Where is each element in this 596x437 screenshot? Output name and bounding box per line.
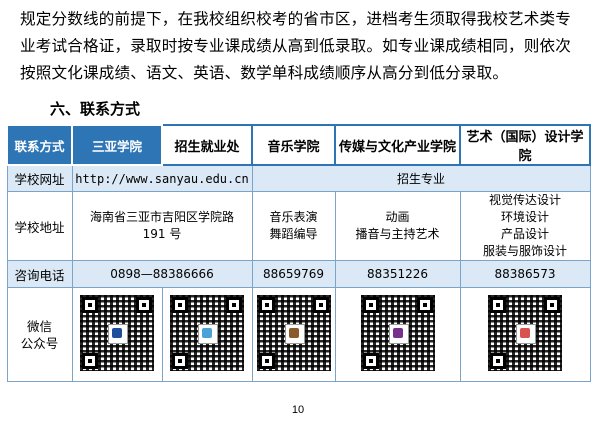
wechat-label-line: 微信 bbox=[26, 318, 52, 334]
qr-cell bbox=[71, 287, 163, 382]
qr-cell bbox=[161, 287, 253, 382]
qr-code-music-school[interactable] bbox=[256, 295, 331, 371]
major-item: 动画 bbox=[385, 210, 410, 224]
website-link[interactable]: http://www.sanyau.edu.cn bbox=[71, 164, 253, 192]
major-item: 音乐表演 bbox=[269, 210, 318, 224]
qr-cell bbox=[459, 287, 591, 382]
qr-code-admissions-office[interactable] bbox=[170, 295, 244, 371]
header-admissions-office: 招生就业处 bbox=[161, 124, 253, 166]
design-majors: 视觉传达设计 环境设计 产品设计 服装与服饰设计 bbox=[459, 191, 591, 261]
music-majors: 音乐表演 舞蹈编导 bbox=[251, 191, 336, 261]
major-item: 产品设计 bbox=[500, 227, 549, 241]
major-item: 视觉传达设计 bbox=[488, 193, 561, 207]
phone-label: 咨询电话 bbox=[6, 260, 73, 288]
media-majors: 动画 播音与主持艺术 bbox=[334, 191, 461, 261]
paragraph-line: 业考试合格证，录取时按专业课成绩从高到低录取。如专业课成绩相同，则依次 bbox=[20, 37, 572, 55]
table-row-phone: 咨询电话 0898—88386666 88659769 88351226 883… bbox=[6, 260, 591, 288]
major-item: 服装与服饰设计 bbox=[482, 244, 567, 258]
header-sanya-university: 三亚学院 bbox=[71, 124, 163, 166]
paragraph-line: 按照文化课成绩、语文、英语、数学单科成绩顺序从高分到低分录取。 bbox=[20, 64, 509, 82]
paragraph-line: 规定分数线的前提下，在我校组织校考的省市区，进档考生须取得我校艺术类专 bbox=[20, 10, 572, 28]
qr-cell bbox=[251, 287, 336, 382]
major-item: 播音与主持艺术 bbox=[355, 227, 440, 241]
table-row-address: 学校地址 海南省三亚市吉阳区学院路 191 号 音乐表演 舞蹈编导 动画 播音与… bbox=[6, 191, 591, 261]
phone-music: 88659769 bbox=[251, 260, 336, 288]
table-header-row: 联系方式 三亚学院 招生就业处 音乐学院 传媒与文化产业学院 艺术（国际）设计学… bbox=[6, 124, 591, 166]
table-row-wechat: 微信 公众号 bbox=[6, 287, 591, 382]
header-contact-method: 联系方式 bbox=[6, 124, 73, 166]
qr-code-design-school[interactable] bbox=[488, 295, 562, 371]
website-label: 学校网址 bbox=[6, 164, 73, 192]
header-design-school: 艺术（国际）设计学院 bbox=[459, 124, 591, 166]
phone-media: 88351226 bbox=[334, 260, 461, 288]
address-line: 191 号 bbox=[142, 227, 182, 241]
contact-table: 联系方式 三亚学院 招生就业处 音乐学院 传媒与文化产业学院 艺术（国际）设计学… bbox=[6, 124, 591, 382]
header-music-school: 音乐学院 bbox=[251, 124, 336, 166]
major-item: 舞蹈编导 bbox=[269, 227, 318, 241]
major-item: 环境设计 bbox=[500, 210, 549, 224]
address-line: 海南省三亚市吉阳区学院路 bbox=[89, 210, 234, 224]
page-number: 10 bbox=[291, 404, 305, 416]
qr-code-media-school[interactable] bbox=[360, 295, 435, 371]
section-title: 六、联系方式 bbox=[50, 100, 141, 118]
qr-cell bbox=[334, 287, 461, 382]
table-row-website: 学校网址 http://www.sanyau.edu.cn 招生专业 bbox=[6, 164, 591, 192]
header-media-school: 传媒与文化产业学院 bbox=[334, 124, 461, 166]
body-paragraph: 规定分数线的前提下，在我校组织校考的省市区，进档考生须取得我校艺术类专 业考试合… bbox=[20, 6, 585, 87]
majors-header: 招生专业 bbox=[251, 164, 591, 192]
phone-main: 0898—88386666 bbox=[71, 260, 253, 288]
qr-code-sanya-university[interactable] bbox=[80, 295, 154, 371]
wechat-label: 微信 公众号 bbox=[6, 287, 73, 382]
address-value: 海南省三亚市吉阳区学院路 191 号 bbox=[71, 191, 253, 261]
wechat-label-line: 公众号 bbox=[20, 335, 59, 351]
phone-design: 88386573 bbox=[459, 260, 591, 288]
address-label: 学校地址 bbox=[6, 191, 73, 261]
